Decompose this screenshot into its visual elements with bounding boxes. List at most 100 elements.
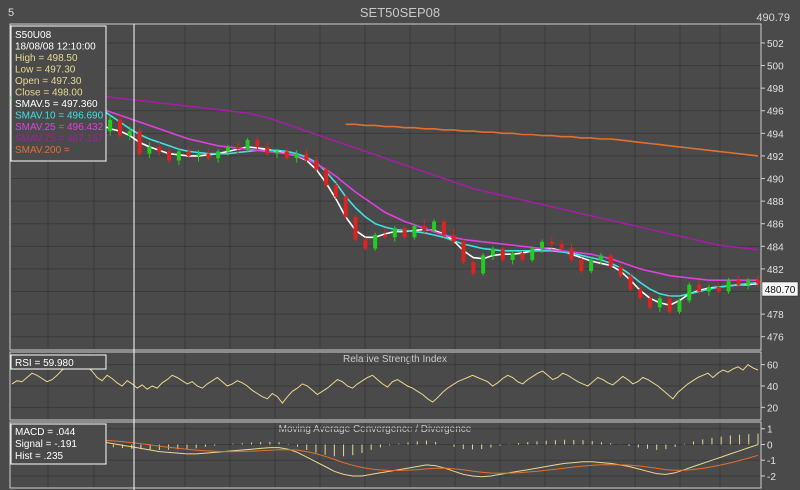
candle-body: [706, 286, 711, 292]
price-info-line: S50U08: [15, 30, 52, 41]
candle: [324, 167, 329, 188]
candle: [481, 253, 486, 276]
candle-body: [520, 253, 525, 260]
price-y-tick-label: 500: [767, 62, 784, 73]
price-info-line: SMAV.5 = 497.360: [15, 99, 98, 110]
candle-body: [471, 262, 476, 274]
candle-body: [216, 151, 221, 159]
candle-body: [756, 280, 760, 284]
candle-body: [412, 225, 417, 238]
candle-body: [608, 255, 613, 267]
candle-body: [137, 131, 142, 154]
candle-body: [392, 228, 397, 238]
macd-y-tick-label: -1: [767, 456, 776, 467]
candle-body: [147, 146, 152, 154]
candle-body: [648, 298, 653, 308]
candle-body: [255, 140, 260, 147]
candle-body: [461, 241, 466, 263]
candle-body: [304, 153, 309, 161]
candle-body: [314, 160, 319, 170]
last-price-marker: 480.70: [761, 281, 799, 297]
candle: [589, 257, 594, 274]
candle: [333, 183, 338, 199]
candle-body: [569, 248, 574, 260]
candle-body: [167, 151, 172, 161]
candle-body: [245, 140, 250, 150]
price-info-line: SMAV.75 = 487.157: [15, 134, 104, 145]
candle-body: [579, 259, 584, 272]
candle-body: [275, 151, 280, 154]
price-info-line: Low = 497.30: [15, 65, 76, 76]
macd-info-line-3: Hist = .235: [15, 451, 64, 462]
candle: [677, 298, 682, 315]
candle: [667, 296, 672, 315]
price-y-tick-label: 484: [767, 242, 784, 253]
candle-body: [667, 298, 672, 312]
price-info-line: SMAV.200 =: [15, 145, 70, 156]
price-info-line: Open = 497.30: [15, 76, 82, 87]
candle-body: [363, 239, 368, 249]
candle-body: [265, 146, 270, 154]
candle-body: [402, 228, 407, 238]
price-info-box: S50U0818/08/08 12:10:00High = 498.50Low …: [10, 25, 107, 162]
header-top-right-value: 490.79: [756, 12, 790, 24]
candle-body: [746, 280, 751, 285]
candle-body: [451, 235, 456, 242]
price-y-tick-label: 494: [767, 129, 784, 140]
price-info-line: SMAV.25 = 496.432: [15, 122, 104, 133]
rsi-title: Relative Strength Index: [343, 354, 447, 365]
rsi-y-tick-label: 60: [767, 361, 779, 372]
candle-body: [432, 221, 437, 231]
candle: [137, 127, 142, 156]
candle-body: [618, 266, 623, 276]
candle-body: [225, 146, 230, 152]
candle: [343, 194, 348, 220]
rsi-y-tick-label: 20: [767, 403, 779, 414]
candle: [530, 246, 535, 263]
candle-body: [736, 280, 741, 285]
chart-title: SET50SEP08: [360, 5, 440, 20]
candle-body: [176, 151, 181, 161]
header-left-label: 5: [8, 7, 14, 19]
candle: [373, 232, 378, 251]
candle: [353, 214, 358, 242]
macd-y-tick-label: 1: [767, 425, 773, 436]
last-price-value: 480.70: [765, 285, 796, 296]
candle-body: [657, 298, 662, 308]
price-y-tick-label: 488: [767, 197, 784, 208]
candle-body: [294, 153, 299, 159]
macd-info-line-1: MACD = .044: [15, 427, 76, 438]
price-y-tick-label: 482: [767, 265, 784, 276]
candle-body: [343, 196, 348, 217]
candle-body: [117, 119, 122, 136]
candle: [687, 282, 692, 303]
price-y-tick-label: 490: [767, 175, 784, 186]
candle: [726, 277, 731, 294]
candle-body: [373, 235, 378, 249]
price-y-tick-label: 478: [767, 310, 784, 321]
candle-body: [530, 248, 535, 260]
candle-body: [157, 146, 162, 152]
candle: [441, 219, 446, 238]
macd-title: Moving Average Convergence / Divergence: [279, 424, 472, 435]
candle-body: [108, 119, 113, 132]
candle-body: [206, 153, 211, 159]
candle: [628, 273, 633, 292]
candle: [412, 223, 417, 240]
candle: [608, 253, 613, 269]
candle-body: [687, 284, 692, 301]
candle-body: [598, 255, 603, 260]
candle-body: [638, 289, 643, 299]
macd-info-line-2: Signal = -.191: [15, 439, 77, 450]
price-info-line: SMAV.10 = 496.690: [15, 111, 104, 122]
candle-body: [441, 221, 446, 236]
stock-chart: 5 SET50SEP08 490.79 47647848048248448648…: [0, 0, 800, 490]
candle-body: [383, 235, 387, 238]
candle-body: [284, 151, 289, 159]
candle-body: [324, 169, 329, 186]
candle-body: [677, 300, 682, 312]
macd-y-tick-label: -2: [767, 472, 776, 483]
candle-body: [549, 241, 554, 245]
candle: [471, 259, 476, 276]
candle-body: [186, 151, 191, 156]
